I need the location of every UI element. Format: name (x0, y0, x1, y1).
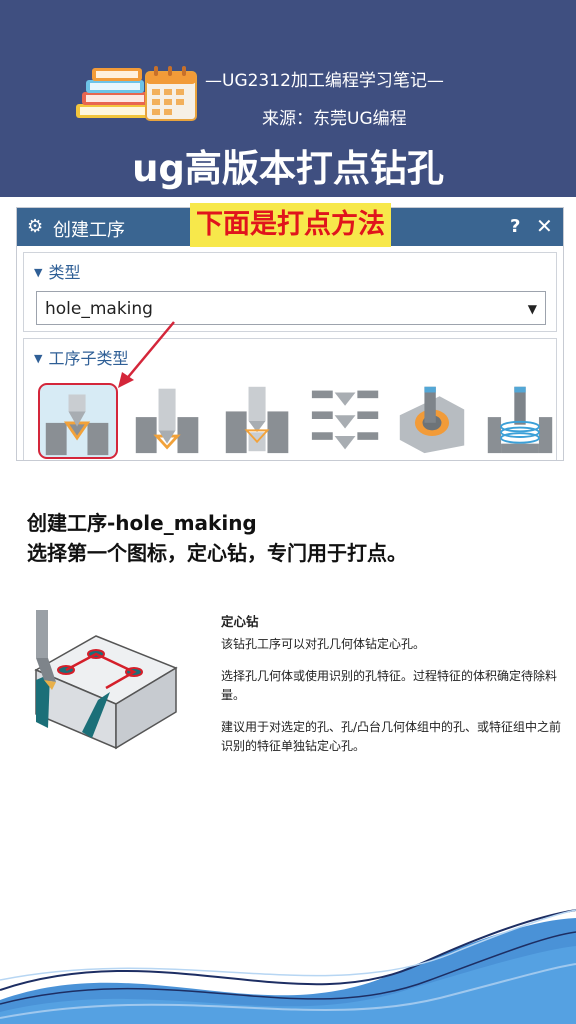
caption-line-2: 选择第一个图标，定心钻，专门用于打点。 (27, 541, 407, 565)
help-paragraph-2: 选择孔几何体或使用识别的孔特征。过程特征的体积确定待除料量。 (221, 669, 558, 702)
subtype-group: ▼ 工序子类型 (23, 338, 557, 460)
spot-drill-illustration (34, 610, 178, 750)
help-paragraph-3: 建议用于对选定的孔、孔/凸台几何体组中的孔、或特征组中之前识别的特征单独钻定心孔… (221, 720, 562, 753)
help-heading: 定心钻 (221, 614, 259, 629)
chevron-down-icon: ▼ (527, 302, 537, 316)
help-button[interactable]: ? (510, 216, 520, 237)
dialog-title: 创建工序 (53, 220, 125, 241)
instruction-caption: 创建工序-hole_making 选择第一个图标，定心钻，专门用于打点。 (27, 508, 407, 568)
type-group-header[interactable]: ▼ 类型 (34, 259, 80, 283)
page-title: ug高版本打点钻孔 (132, 147, 444, 190)
counterbore-drill-icon[interactable] (220, 383, 300, 459)
close-button[interactable]: ✕ (536, 214, 553, 238)
annotation-arrow (118, 321, 175, 388)
header-banner: —UG2312加工编程学习笔记— 来源：东莞UG编程 ug高版本打点钻孔 (0, 0, 576, 197)
collapse-triangle-icon: ▼ (34, 266, 43, 279)
collapse-triangle-icon: ▼ (34, 352, 43, 365)
source-label: 来源：东莞UG编程 (262, 109, 407, 129)
spot-drill-icon[interactable] (38, 383, 118, 459)
caption-line-1: 创建工序-hole_making (27, 511, 257, 535)
thread-milling-icon[interactable] (482, 383, 562, 459)
series-subtitle: —UG2312加工编程学习笔记— (205, 71, 444, 91)
books-calendar-icon (76, 66, 197, 121)
help-paragraph-1: 该钻孔工序可以对孔几何体钻定心孔。 (221, 637, 426, 651)
help-description: 定心钻 该钻孔工序可以对孔几何体钻定心孔。 选择孔几何体或使用识别的孔特征。过程… (221, 612, 571, 769)
gear-icon[interactable]: ⚙ (27, 216, 43, 237)
type-group: ▼ 类型 hole_making ▼ (23, 252, 557, 332)
drill-icon[interactable] (130, 383, 210, 459)
hole-milling-icon[interactable] (394, 383, 474, 459)
page: —UG2312加工编程学习笔记— 来源：东莞UG编程 ug高版本打点钻孔 ⚙ 创… (0, 0, 576, 1024)
decorative-waves (0, 909, 576, 1024)
multi-drill-icon[interactable] (308, 383, 388, 459)
highlight-banner: 下面是打点方法 (190, 203, 391, 247)
type-group-label: 类型 (48, 263, 81, 282)
type-dropdown-value: hole_making (45, 299, 153, 319)
